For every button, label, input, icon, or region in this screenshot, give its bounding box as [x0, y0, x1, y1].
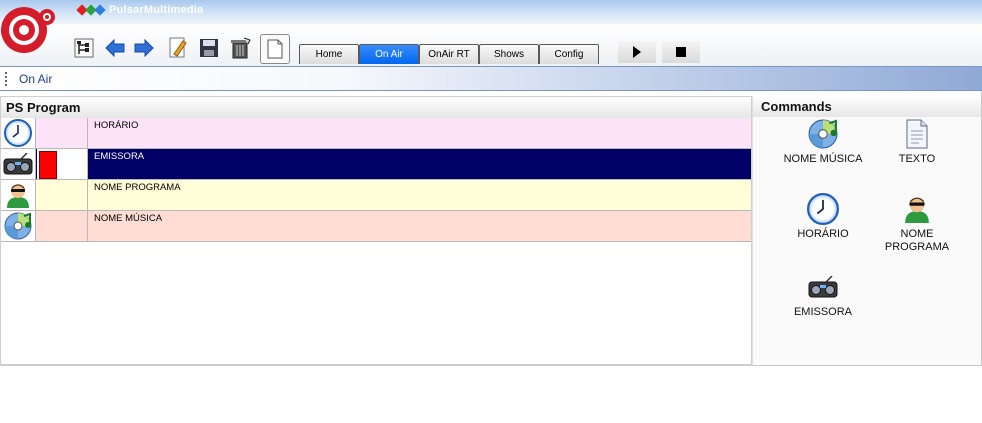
command-label: NOME PROGRAMA — [884, 228, 950, 253]
command-nome-programa[interactable]: NOME PROGRAMA — [867, 193, 967, 254]
command-label: TEXTO — [898, 153, 936, 165]
play-button[interactable] — [618, 41, 656, 63]
command-texto[interactable]: TEXTO — [867, 118, 967, 165]
person-icon — [867, 193, 967, 225]
forward-arrow-icon[interactable] — [132, 36, 156, 60]
row-label: NOME MÚSICA — [94, 213, 163, 224]
row-label: EMISSORA — [94, 151, 145, 162]
stop-icon — [676, 47, 686, 57]
new-document-icon[interactable] — [260, 34, 290, 64]
diamond-blue — [94, 4, 106, 16]
play-icon — [633, 46, 641, 58]
logo-icon — [1, 7, 55, 53]
back-arrow-icon[interactable] — [103, 36, 127, 60]
sitemap-icon[interactable] — [72, 36, 96, 60]
stop-button[interactable] — [662, 41, 700, 63]
ps-program-title: PS Program — [1, 97, 751, 118]
person-icon — [1, 180, 36, 210]
red-swatch — [39, 151, 57, 179]
command-emissora[interactable]: EMISSORA — [773, 271, 873, 318]
ps-program-panel: PS Program HORÁRIO EMISSORA NOME PROGRAM… — [0, 96, 752, 365]
row-label: NOME PROGRAMA — [94, 182, 181, 193]
brand: PulsarMultimedia — [76, 4, 203, 16]
cd-icon — [773, 118, 873, 150]
commands-panel: Commands NOME MÚSICA TEXTO HORÁRIO NOME … — [752, 96, 982, 365]
ps-row-emissora[interactable]: EMISSORA — [1, 149, 751, 180]
tab-shows[interactable]: Shows — [479, 44, 539, 64]
clock-icon — [1, 118, 36, 148]
radio-icon — [1, 149, 36, 179]
radio-icon — [773, 271, 873, 303]
color-swatch[interactable] — [37, 180, 88, 210]
trash-icon[interactable] — [229, 36, 253, 60]
cd-icon — [1, 211, 36, 241]
tab-on-air[interactable]: On Air — [359, 44, 419, 64]
command-nome-musica[interactable]: NOME MÚSICA — [773, 118, 873, 165]
color-swatch[interactable] — [37, 149, 88, 179]
save-icon[interactable] — [197, 36, 221, 60]
command-horario[interactable]: HORÁRIO — [773, 193, 873, 240]
clock-icon — [773, 193, 873, 225]
command-label: EMISSORA — [793, 306, 853, 318]
color-swatch[interactable] — [37, 118, 88, 148]
brand-name: PulsarMultimedia — [109, 4, 203, 16]
document-icon — [867, 118, 967, 150]
commands-title: Commands — [753, 96, 982, 117]
tab-home[interactable]: Home — [299, 44, 359, 64]
brand-diamonds-icon — [76, 4, 106, 16]
drag-handle-icon — [5, 72, 13, 86]
breadcrumb: On Air — [0, 66, 982, 91]
breadcrumb-label: On Air — [19, 72, 53, 86]
tab-onair-rt[interactable]: OnAir RT — [419, 44, 479, 64]
color-swatch[interactable] — [37, 211, 88, 241]
row-label: HORÁRIO — [94, 120, 139, 131]
ps-row-nome-musica[interactable]: NOME MÚSICA — [1, 211, 751, 242]
command-label: NOME MÚSICA — [783, 153, 863, 165]
divider — [0, 365, 982, 366]
ps-row-nome-programa[interactable]: NOME PROGRAMA — [1, 180, 751, 211]
brand-prefix: Pulsar — [109, 4, 144, 16]
brand-suffix: Multimedia — [143, 4, 204, 16]
pencil-icon[interactable] — [166, 36, 190, 60]
tab-config[interactable]: Config — [539, 44, 599, 64]
command-label: HORÁRIO — [797, 228, 849, 240]
ps-row-horario[interactable]: HORÁRIO — [1, 118, 751, 149]
